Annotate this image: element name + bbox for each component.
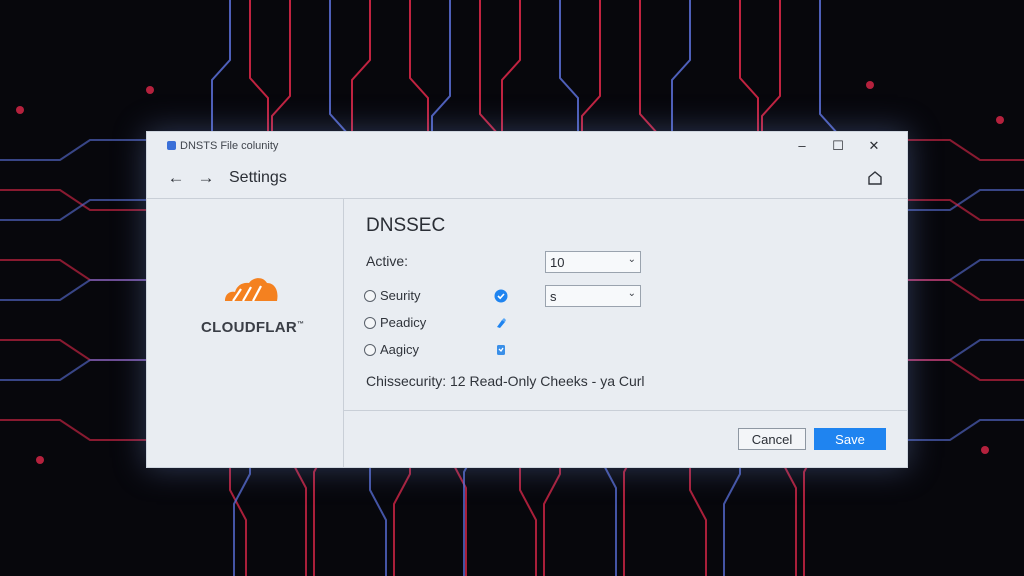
circuit-trace <box>0 339 146 361</box>
circuit-trace <box>599 457 617 576</box>
title-bar: DNSTS File colunity – ☐ ✕ <box>147 132 907 160</box>
circuit-trace <box>689 466 707 576</box>
circuit-node <box>16 106 24 114</box>
circuit-node <box>146 86 154 94</box>
circuit-trace <box>393 466 411 576</box>
circuit-trace <box>779 457 797 576</box>
circuit-trace <box>501 0 521 131</box>
circuit-trace <box>819 0 839 137</box>
circuit-trace <box>369 466 387 576</box>
circuit-trace <box>739 0 759 131</box>
circuit-trace <box>0 419 146 441</box>
pin-icon <box>497 318 506 328</box>
back-button[interactable]: ← <box>165 167 187 189</box>
circuit-trace <box>229 466 247 576</box>
active-select-value: 10 <box>550 255 565 270</box>
home-button[interactable] <box>865 168 885 188</box>
maximize-button[interactable]: ☐ <box>827 136 849 156</box>
navigation-bar: ← → Settings <box>147 160 907 199</box>
check-circle-icon <box>494 289 508 303</box>
save-button[interactable]: Save <box>814 428 886 450</box>
circuit-trace <box>249 0 269 131</box>
circuit-trace <box>0 279 146 301</box>
circuit-trace <box>519 466 537 576</box>
circuit-trace <box>906 259 1024 281</box>
circuit-trace <box>271 0 291 131</box>
circuit-trace <box>0 139 146 161</box>
radio-button[interactable] <box>364 290 376 302</box>
minimize-button[interactable]: – <box>791 136 813 156</box>
home-icon <box>868 171 882 185</box>
circuit-trace <box>906 419 1024 441</box>
circuit-trace <box>906 359 1024 381</box>
circuit-node <box>981 446 989 454</box>
option-label: Aagicy <box>380 342 420 357</box>
circuit-node <box>866 81 874 89</box>
circuit-trace <box>559 0 579 131</box>
option-privacy[interactable]: Peadicy <box>364 314 524 334</box>
badge-icon <box>497 345 505 355</box>
logo-wordmark: CLOUDFLAR™ <box>201 319 305 336</box>
option-agency[interactable]: Aagicy <box>364 341 524 361</box>
active-label: Active: <box>366 253 409 269</box>
section-title: DNSSEC <box>366 215 446 236</box>
circuit-trace <box>543 466 561 576</box>
option-label: Seurity <box>380 288 421 303</box>
circuit-trace <box>906 279 1024 301</box>
sidebar: CLOUDFLAR™ <box>147 199 344 467</box>
circuit-trace <box>723 466 741 576</box>
circuit-trace <box>329 0 349 137</box>
circuit-trace <box>233 466 251 576</box>
circuit-trace <box>906 139 1024 161</box>
summary-text: Chissecurity: 12 Read-Only Cheeks - ya C… <box>366 373 645 389</box>
window-title: DNSTS File colunity <box>180 140 279 152</box>
cancel-button[interactable]: Cancel <box>738 428 806 450</box>
radio-button[interactable] <box>364 317 376 329</box>
settings-window: DNSTS File colunity – ☐ ✕ ← → Settings C… <box>146 131 908 468</box>
circuit-trace <box>639 0 659 137</box>
circuit-trace <box>581 0 601 131</box>
circuit-node <box>36 456 44 464</box>
circuit-trace <box>0 359 146 381</box>
forward-button[interactable]: → <box>195 167 217 189</box>
circuit-trace <box>409 0 429 131</box>
arrow-left-icon: ← <box>167 168 185 187</box>
circuit-trace <box>289 457 307 576</box>
active-select[interactable]: 10 ⌄ <box>545 251 641 273</box>
footer-divider <box>344 410 907 411</box>
chevron-down-icon: ⌄ <box>627 288 636 299</box>
circuit-trace <box>211 0 231 131</box>
circuit-trace <box>671 0 691 131</box>
option-select-value: s <box>550 289 557 304</box>
app-icon <box>167 141 176 150</box>
radio-button[interactable] <box>364 344 376 356</box>
circuit-trace <box>479 0 499 137</box>
chevron-down-icon: ⌄ <box>627 254 636 265</box>
close-button[interactable]: ✕ <box>863 136 885 156</box>
arrow-right-icon: → <box>197 168 215 187</box>
settings-content: DNSSEC Active: 10 ⌄ Seurity s ⌄ Peadicy <box>344 199 907 467</box>
circuit-trace <box>761 0 781 131</box>
circuit-trace <box>431 0 451 131</box>
circuit-trace <box>0 259 146 281</box>
circuit-node <box>996 116 1004 124</box>
circuit-trace <box>351 0 371 131</box>
page-title: Settings <box>229 169 287 186</box>
circuit-trace <box>906 339 1024 361</box>
option-select[interactable]: s ⌄ <box>545 285 641 307</box>
option-security[interactable]: Seurity <box>364 287 524 307</box>
cloud-logo-icon <box>225 278 278 302</box>
option-label: Peadicy <box>380 315 427 330</box>
